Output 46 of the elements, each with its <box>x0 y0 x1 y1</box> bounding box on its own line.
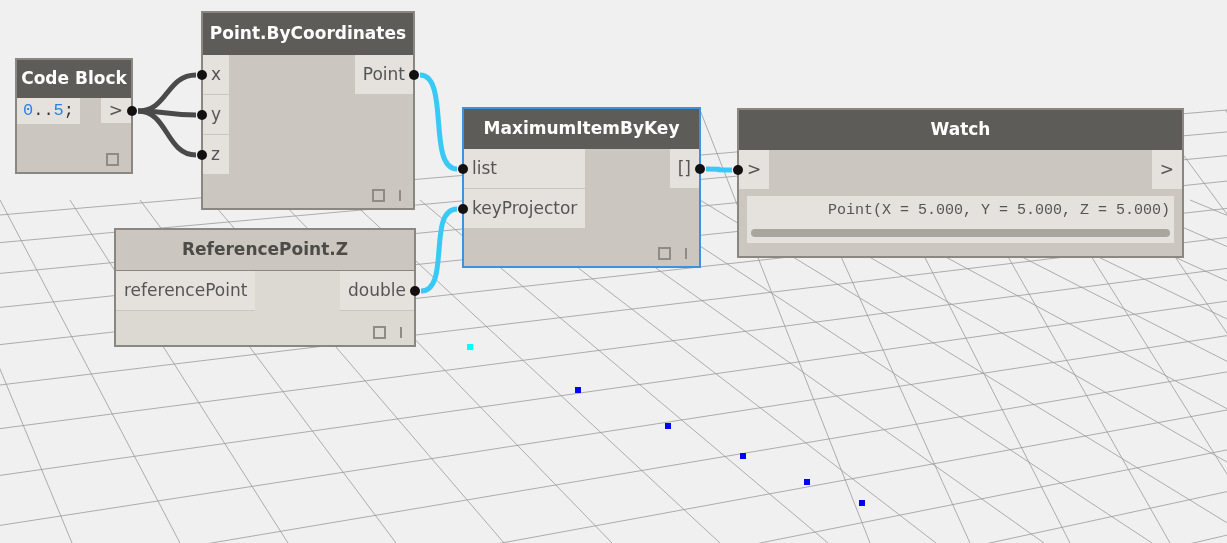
wire[interactable] <box>137 108 197 158</box>
preview-toggle-icon[interactable] <box>373 326 386 339</box>
point-marker <box>665 423 671 429</box>
node-title: ReferencePoint.Z <box>116 230 414 271</box>
point-marker <box>467 344 473 350</box>
input-port[interactable]: x <box>203 55 230 95</box>
output-port[interactable]: double <box>340 271 414 311</box>
preview-toggle-icon[interactable] <box>372 189 385 202</box>
input-port[interactable]: > <box>739 150 770 190</box>
point-marker <box>804 479 810 485</box>
node-card[interactable]: Watch > > Point(X = 5.000, Y = 5.000, Z = 5.000) <box>737 108 1184 258</box>
node-card[interactable]: Point.ByCoordinates x y z Point <box>201 11 415 210</box>
point-marker <box>859 500 865 506</box>
preview-toggle-icon[interactable] <box>658 247 671 260</box>
port-dot[interactable] <box>197 150 207 160</box>
port-dot[interactable] <box>733 165 743 175</box>
port-dot[interactable] <box>127 106 137 116</box>
port-dot[interactable] <box>197 70 207 80</box>
port-dot[interactable] <box>409 70 419 80</box>
node-card[interactable]: Code Block 0..5; > <box>15 58 133 174</box>
port-dot[interactable] <box>410 286 420 296</box>
input-port[interactable]: referencePoint <box>116 271 256 311</box>
output-port[interactable]: [] <box>669 149 699 189</box>
node-title: Watch <box>739 110 1182 150</box>
scrollbar[interactable] <box>751 228 1170 237</box>
port-dot[interactable] <box>695 164 705 174</box>
output-port[interactable]: > <box>1151 150 1182 190</box>
input-port[interactable]: z <box>203 135 230 175</box>
input-port[interactable]: keyProjector <box>464 189 586 229</box>
port-dot[interactable] <box>197 110 207 120</box>
node-title: MaximumItemByKey <box>464 109 699 149</box>
output-port[interactable]: > <box>100 98 131 124</box>
node-title: Code Block <box>17 60 131 98</box>
port-dot[interactable] <box>458 164 468 174</box>
preview-toggle-icon[interactable] <box>106 153 119 166</box>
watch-value: Point(X = 5.000, Y = 5.000, Z = 5.000) <box>826 201 1170 221</box>
node-title: Point.ByCoordinates <box>203 13 413 55</box>
output-port[interactable]: Point <box>354 55 413 95</box>
node-card[interactable]: MaximumItemByKey list keyProjector [] <box>462 107 701 268</box>
input-port[interactable]: y <box>203 95 230 135</box>
point-marker <box>740 453 746 459</box>
code-text[interactable]: 0..5; <box>17 98 80 124</box>
port-dot[interactable] <box>458 204 468 214</box>
input-port[interactable]: list <box>464 149 586 189</box>
point-marker <box>575 387 581 393</box>
node-card[interactable]: ReferencePoint.Z referencePoint double <box>114 228 416 347</box>
